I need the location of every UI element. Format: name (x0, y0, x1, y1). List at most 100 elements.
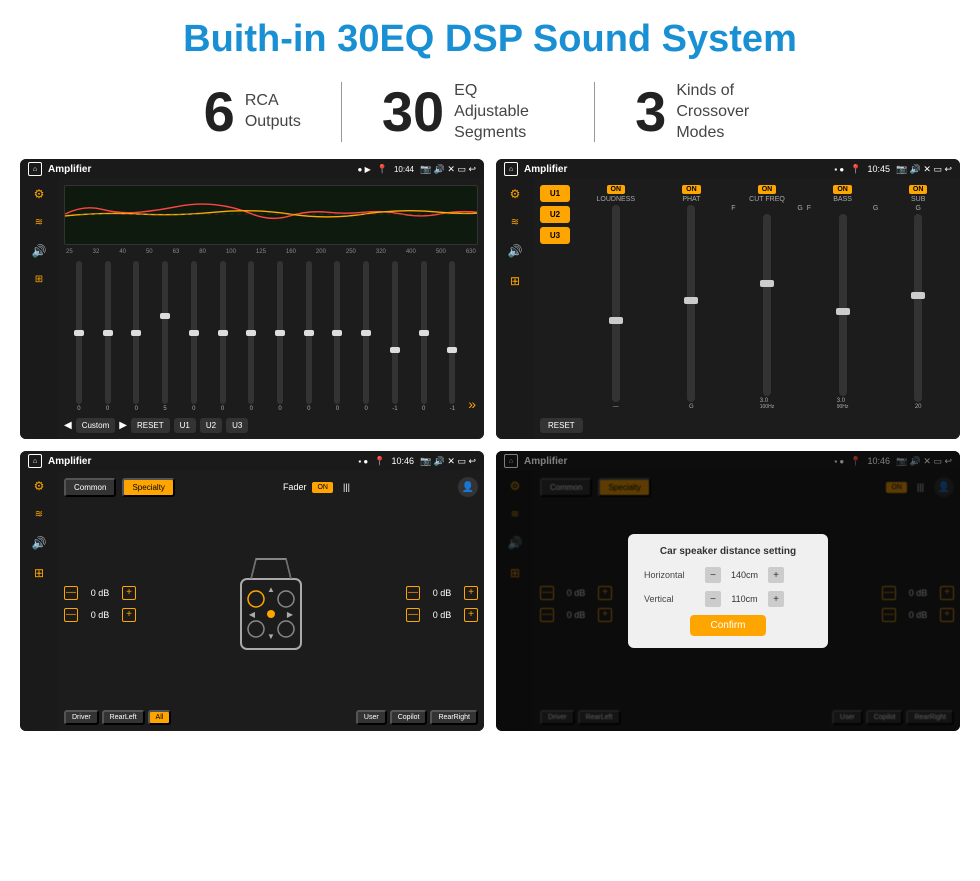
vertical-plus-button[interactable]: + (768, 591, 784, 607)
fader-location: 📍 (374, 456, 385, 467)
stat-number-rca: 6 (204, 84, 235, 140)
fader-sidebar-icon-2[interactable]: ≋ (35, 509, 43, 520)
crossover-sidebar-icon-1[interactable]: ⚙ (510, 187, 521, 201)
fader-on-toggle[interactable]: ON (312, 482, 333, 493)
u1-button[interactable]: U1 (540, 185, 570, 202)
stat-rca: 6 RCAOutputs (164, 84, 341, 140)
fader-minus-1[interactable]: — (64, 608, 78, 622)
driver-button[interactable]: Driver (64, 710, 99, 725)
eq-slider-0: 0 (66, 261, 92, 412)
confirm-button[interactable]: Confirm (690, 615, 765, 636)
eq-reset-button[interactable]: RESET (131, 418, 170, 433)
loudness-slider[interactable] (612, 205, 620, 402)
user-button[interactable]: User (356, 710, 387, 725)
eq-track-8[interactable] (306, 261, 312, 404)
horizontal-plus-button[interactable]: + (768, 567, 784, 583)
fader-time: 10:46 (391, 456, 414, 466)
fader-sidebar-icon-1[interactable]: ⚙ (34, 479, 45, 493)
horizontal-value: 140cm (727, 570, 762, 580)
crossover-location: 📍 (850, 164, 861, 175)
bass-on[interactable]: ON (833, 185, 852, 194)
svg-text:▶: ▶ (287, 610, 294, 619)
crossover-sidebar-icon-4[interactable]: ⊞ (510, 274, 520, 288)
fader-minus-r1[interactable]: — (406, 608, 420, 622)
eq-track-10[interactable] (363, 261, 369, 404)
fader-plus-1[interactable]: + (122, 608, 136, 622)
fader-sidebar: ⚙ ≋ 🔊 ⊞ (20, 471, 58, 731)
eq-sidebar-icon-4[interactable]: ⊞ (35, 274, 43, 285)
copilot-button[interactable]: Copilot (390, 710, 428, 725)
u3-button[interactable]: U3 (540, 227, 570, 244)
fader-sidebar-icon-3[interactable]: 🔊 (32, 536, 47, 550)
common-tab[interactable]: Common (64, 478, 116, 497)
rearleft-button[interactable]: RearLeft (102, 710, 145, 725)
fader-main: Common Specialty Fader ON ||| 👤 — (58, 471, 484, 731)
home-icon[interactable]: ⌂ (28, 162, 42, 176)
crossover-sidebar-icon-2[interactable]: ≋ (511, 217, 519, 228)
eq-slider-11: -1 (382, 261, 408, 412)
spacer (174, 710, 353, 725)
fader-plus-0[interactable]: + (122, 586, 136, 600)
crossover-main: U1 U2 U3 ON LOUDNESS (534, 179, 960, 439)
eq-track-11[interactable] (392, 261, 398, 404)
stats-row: 6 RCAOutputs 30 EQ AdjustableSegments 3 … (0, 73, 980, 159)
eq-play-button[interactable]: ▶ (119, 420, 127, 431)
eq-track-2[interactable] (133, 261, 139, 404)
eq-track-4[interactable] (191, 261, 197, 404)
eq-custom-button[interactable]: Custom (76, 418, 116, 433)
eq-sidebar-icon-2[interactable]: ≋ (35, 217, 43, 228)
u-buttons-col: U1 U2 U3 (540, 185, 570, 410)
specialty-tab[interactable]: Specialty (122, 478, 174, 497)
cutfreq-on[interactable]: ON (758, 185, 777, 194)
eq-track-13[interactable] (449, 261, 455, 404)
fader-home-icon[interactable]: ⌂ (28, 454, 42, 468)
distance-dialog: Car speaker distance setting Horizontal … (628, 534, 828, 648)
sub-on[interactable]: ON (909, 185, 928, 194)
crossover-body: U1 U2 U3 ON LOUDNESS (540, 185, 954, 410)
all-button[interactable]: All (148, 710, 172, 725)
crossover-sidebar-icon-3[interactable]: 🔊 (508, 244, 523, 258)
crossover-home-icon[interactable]: ⌂ (504, 162, 518, 176)
phat-slider[interactable] (687, 205, 695, 402)
horizontal-minus-button[interactable]: − (705, 567, 721, 583)
phat-on[interactable]: ON (682, 185, 701, 194)
eq-slider-3: 5 (152, 261, 178, 412)
fader-plus-r0[interactable]: + (464, 586, 478, 600)
eq-sidebar-icon-1[interactable]: ⚙ (34, 187, 45, 201)
sub-slider[interactable] (914, 214, 922, 402)
cutfreq-slider[interactable] (763, 214, 771, 396)
eq-track-3[interactable] (162, 261, 168, 404)
vertical-minus-button[interactable]: − (705, 591, 721, 607)
eq-sidebar-icon-3[interactable]: 🔊 (32, 244, 47, 258)
stat-text-crossover: Kinds ofCrossover Modes (676, 81, 776, 143)
fader-sidebar-icon-4[interactable]: ⊞ (34, 566, 44, 580)
eq-slider-2: 0 (123, 261, 149, 412)
eq-track-9[interactable] (334, 261, 340, 404)
bass-slider[interactable] (839, 214, 847, 396)
eq-next-icon[interactable]: » (468, 396, 476, 412)
crossover-reset-button[interactable]: RESET (540, 418, 583, 433)
eq-track-12[interactable] (421, 261, 427, 404)
fader-minus-r0[interactable]: — (406, 586, 420, 600)
screenshots-grid: ⌂ Amplifier ● ▶ 📍 10:44 📷 🔊 ✕ ▭ ↩ ⚙ ≋ 🔊 … (0, 159, 980, 741)
eq-u2-button[interactable]: U2 (200, 418, 222, 433)
eq-u3-button[interactable]: U3 (226, 418, 248, 433)
fader-minus-0[interactable]: — (64, 586, 78, 600)
eq-prev-button[interactable]: ◀ (64, 420, 72, 431)
u2-button[interactable]: U2 (540, 206, 570, 223)
eq-u1-button[interactable]: U1 (174, 418, 196, 433)
crossover-screen-card: ⌂ Amplifier ▪ ● 📍 10:45 📷 🔊 ✕ ▭ ↩ ⚙ ≋ 🔊 … (496, 159, 960, 439)
eq-track-0[interactable] (76, 261, 82, 404)
rearright-button[interactable]: RearRight (430, 710, 478, 725)
fader-plus-r1[interactable]: + (464, 608, 478, 622)
eq-track-7[interactable] (277, 261, 283, 404)
eq-track-5[interactable] (220, 261, 226, 404)
loudness-val: — (613, 404, 619, 410)
loudness-on[interactable]: ON (607, 185, 626, 194)
person-icon[interactable]: 👤 (458, 477, 478, 497)
cutfreq-label: CUT FREQ (749, 196, 785, 203)
eq-track-6[interactable] (248, 261, 254, 404)
loudness-label: LOUDNESS (597, 196, 636, 203)
eq-track-1[interactable] (105, 261, 111, 404)
eq-slider-6: 0 (238, 261, 264, 412)
